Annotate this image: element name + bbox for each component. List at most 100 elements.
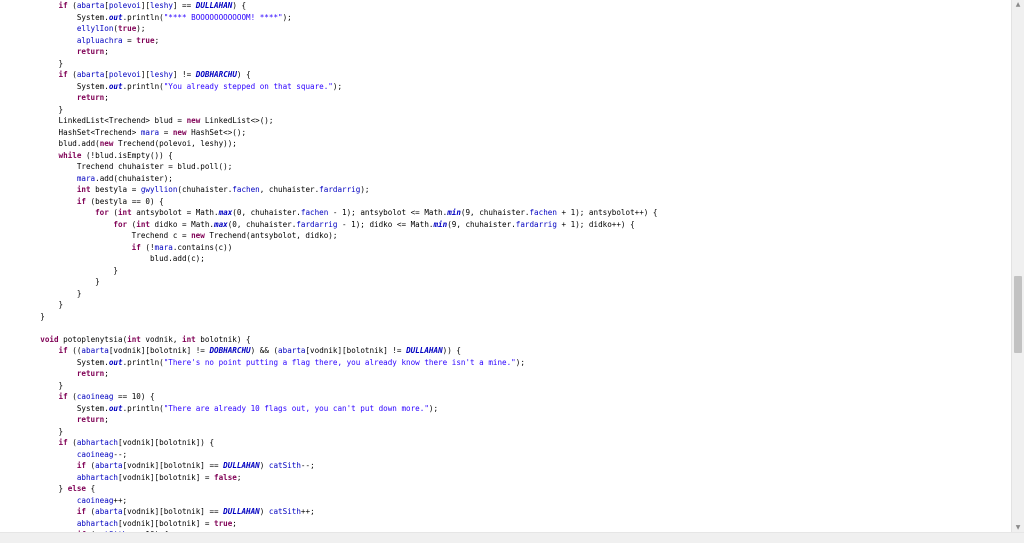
- code-token: abhartach: [76, 438, 119, 447]
- code-token: (: [85, 461, 96, 470]
- code-line: if (!mara.contains(c)): [132, 242, 233, 254]
- code-token: ) {: [232, 1, 247, 10]
- code-token: , chuhaister.: [259, 185, 320, 194]
- code-line: return;: [77, 92, 109, 104]
- code-token: fachen: [232, 185, 260, 194]
- scrollbar-thumb[interactable]: [1014, 275, 1022, 353]
- code-token: ;: [104, 369, 109, 378]
- code-token: out: [108, 81, 123, 91]
- code-token: .println(: [122, 81, 164, 91]
- code-token: }: [113, 265, 118, 275]
- code-line: alpluachra = true;: [77, 35, 159, 47]
- code-token: [vodnik][bolotnik] =: [117, 518, 214, 528]
- code-token: }: [58, 58, 64, 68]
- code-line: blud.add(new Trechend(polevoi, leshy));: [59, 138, 237, 150]
- horizontal-scrollbar[interactable]: [0, 532, 1024, 543]
- code-token: "You already stepped on that square.": [163, 81, 333, 91]
- code-token: (!: [140, 242, 155, 252]
- code-line: }: [95, 276, 100, 288]
- code-token: ;: [236, 472, 242, 482]
- code-line: }: [77, 288, 82, 300]
- code-line: }: [59, 380, 64, 392]
- code-token: HashSet<Trechend>: [58, 127, 141, 137]
- code-line: Trechend chuhaister = blud.poll();: [77, 161, 232, 173]
- code-token: gwyllion: [140, 185, 178, 194]
- code-line: System.out.println("**** BOOOOOOOOOOOM! …: [77, 12, 292, 24]
- code-token: if: [58, 438, 68, 447]
- code-token: ] !=: [172, 70, 196, 79]
- code-line: mara.add(chuhaister);: [77, 173, 173, 185]
- code-token: (0, chuhaister.: [232, 208, 301, 217]
- code-token: LinkedList<>();: [200, 116, 274, 125]
- code-token: fardarrig: [515, 219, 557, 229]
- code-token: return: [76, 415, 105, 424]
- code-token: (!blud.isEmpty()) {: [81, 150, 173, 160]
- scroll-up-icon[interactable]: ▲: [1012, 0, 1024, 10]
- code-token: abarta: [76, 1, 105, 10]
- code-token: if: [76, 507, 86, 516]
- code-token: "There are already 10 flags out, you can…: [163, 403, 429, 413]
- code-token: mara: [154, 242, 173, 252]
- code-token: fachen: [529, 208, 557, 217]
- code-token: ++;: [113, 495, 128, 505]
- code-token: DOBHARCHU: [209, 346, 251, 355]
- code-line: return;: [77, 368, 109, 380]
- code-token: return: [76, 47, 105, 56]
- code-token: }: [58, 380, 64, 390]
- code-line: return;: [77, 46, 109, 58]
- code-token: fardarrig: [319, 185, 361, 194]
- code-token: DULLAHAN: [406, 346, 443, 355]
- code-token: ][: [140, 1, 151, 10]
- code-token: int: [76, 185, 91, 194]
- code-token: [vodnik][bolotnik] !=: [108, 346, 210, 355]
- code-token: }: [76, 288, 82, 298]
- code-line: if (abarta[polevoi][leshy] == DULLAHAN) …: [59, 0, 247, 12]
- code-token: DOBHARCHU: [195, 70, 237, 79]
- code-token: .println(: [122, 357, 164, 367]
- code-token: ] ==: [172, 1, 196, 10]
- code-token: {: [86, 484, 96, 493]
- code-token: blud.add(c);: [149, 254, 205, 263]
- code-token: Trechend c =: [131, 231, 192, 240]
- code-token: + 1); didko++) {: [556, 219, 635, 229]
- code-token: System.: [76, 12, 109, 22]
- code-editor[interactable]: if (abarta[polevoi][leshy] == DULLAHAN) …: [0, 0, 1012, 543]
- code-line: return;: [77, 414, 109, 426]
- code-token: ) && (: [250, 346, 279, 355]
- code-line: abhartach[vodnik][bolotnik] = true;: [77, 518, 237, 530]
- vertical-scrollbar[interactable]: ▲ ▼: [1011, 0, 1024, 533]
- code-token: (9, chuhaister.: [447, 219, 516, 229]
- code-token: ;: [232, 518, 237, 528]
- code-token: LinkedList<Trechend> blud =: [58, 116, 187, 125]
- code-line: caoineag++;: [77, 495, 127, 507]
- code-token: }: [58, 484, 68, 493]
- code-token: if: [58, 70, 68, 79]
- code-token: while: [58, 150, 82, 160]
- code-token: out: [108, 403, 123, 413]
- code-line: if (abarta[vodnik][bolotnik] == DULLAHAN…: [77, 460, 315, 472]
- code-token: caoineag: [76, 392, 114, 401]
- code-token: abarta: [95, 507, 123, 516]
- code-token: true: [117, 24, 137, 33]
- code-token: .add(chuhaister);: [95, 173, 173, 183]
- code-token: if: [58, 1, 68, 10]
- code-token: else: [67, 484, 86, 493]
- code-token: .println(: [122, 12, 164, 22]
- code-token: (9, chuhaister.: [460, 208, 530, 217]
- code-token: if: [58, 392, 68, 401]
- code-token: ;: [104, 93, 109, 102]
- code-token: );: [428, 403, 439, 413]
- code-token: .println(: [122, 403, 164, 413]
- code-line: int bestyla = gwyllion(chuhaister.fachen…: [77, 184, 370, 196]
- code-line: for (int antsybolot = Math.max(0, chuhai…: [95, 207, 657, 219]
- code-token: }: [40, 311, 45, 321]
- code-token: int: [136, 219, 150, 229]
- code-token: return: [76, 93, 105, 102]
- code-token: System.: [76, 81, 109, 91]
- code-token: out: [108, 12, 123, 22]
- code-token: bolotnik) {: [195, 334, 251, 344]
- code-token: int: [182, 334, 196, 344]
- code-token: .contains(c)): [172, 242, 233, 252]
- code-line: } else {: [59, 483, 96, 495]
- code-token: alpluachra: [76, 35, 123, 45]
